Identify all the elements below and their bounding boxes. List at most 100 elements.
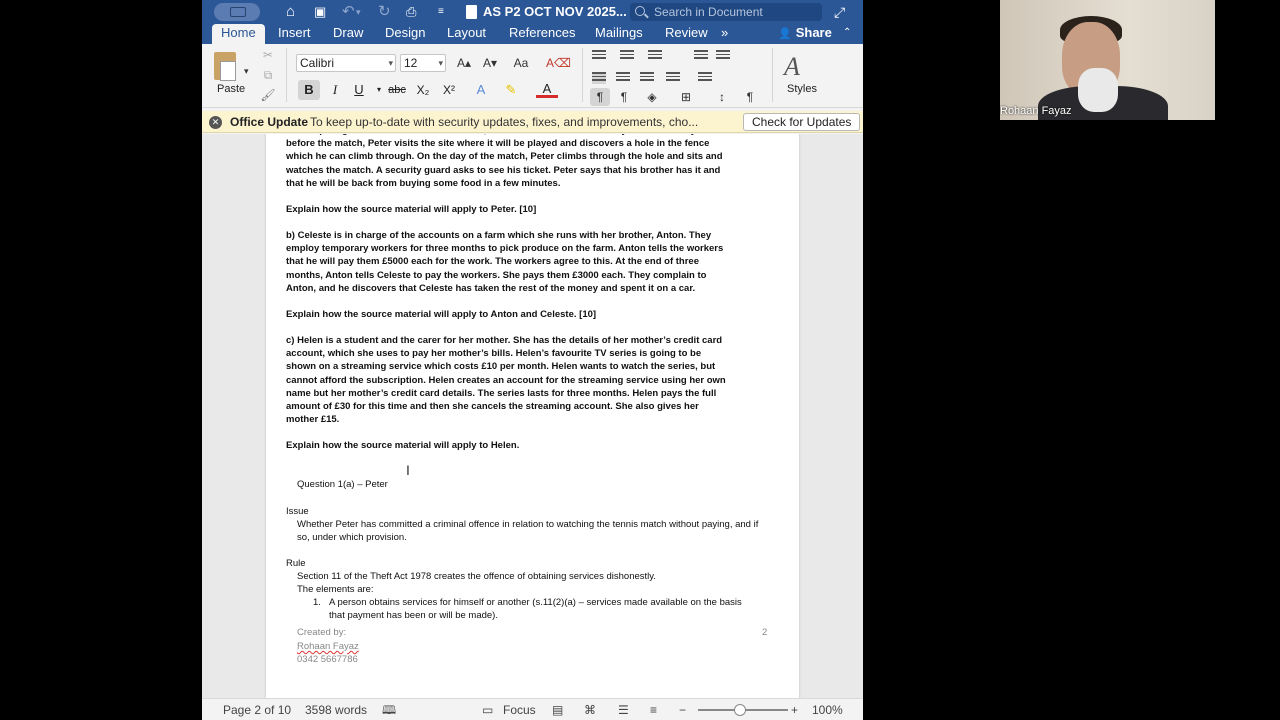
cut-icon[interactable]: ✂	[260, 46, 276, 64]
tab-insert[interactable]: Insert	[269, 24, 320, 44]
tab-draw[interactable]: Draw	[324, 24, 372, 44]
copy-icon[interactable]: ⧉	[260, 66, 276, 84]
show-formatting-icon[interactable]: ¶	[740, 88, 760, 106]
word-window: ⌂ ▣ ↶ ▾ ↻ ⎙ ≡ AS P2 OCT NOV 2025... Sear…	[202, 0, 863, 720]
answer-heading: Question 1(a) – Peter	[297, 479, 388, 490]
question-helen: Explain how the source material will app…	[286, 440, 520, 451]
align-left-icon[interactable]	[592, 72, 606, 84]
ltr-paragraph-icon[interactable]: ¶	[590, 88, 610, 106]
ribbon-home: Paste ▾ ✂ ⧉ 🖌 Calibri 12 A▴ A▾ Aa A⌫ B I…	[202, 44, 863, 108]
sort-icon[interactable]: ↕	[712, 88, 732, 106]
font-name-dropdown[interactable]: Calibri	[296, 54, 396, 72]
collapse-ribbon-icon[interactable]: ⌃	[834, 24, 860, 44]
print-layout-icon[interactable]: ▤	[552, 699, 563, 720]
font-color-icon[interactable]: A	[536, 80, 558, 98]
font-size-dropdown[interactable]: 12	[400, 54, 446, 72]
word-count[interactable]: 3598 words	[305, 699, 367, 720]
tab-design[interactable]: Design	[376, 24, 434, 44]
share-button[interactable]: Share	[778, 24, 832, 43]
strikethrough-button[interactable]: abc	[386, 80, 408, 100]
tab-review[interactable]: Review	[656, 24, 717, 44]
tab-mailings[interactable]: Mailings	[586, 24, 652, 44]
align-center-icon[interactable]	[616, 72, 630, 84]
zoom-level[interactable]: 100%	[812, 699, 843, 720]
issue-text: Whether Peter has committed a criminal o…	[297, 519, 759, 544]
office-update-bar: ✕ Office Update To keep up-to-date with …	[202, 111, 863, 133]
format-painter-icon[interactable]: 🖌	[260, 86, 276, 104]
numbering-icon[interactable]	[620, 50, 634, 62]
paragraph-helen: c) Helen is a student and the carer for …	[286, 335, 726, 426]
zoom-in-icon[interactable]: +	[791, 699, 798, 720]
line-spacing-icon[interactable]	[698, 72, 712, 84]
change-case-icon[interactable]: Aa	[510, 54, 532, 72]
home-icon[interactable]: ⌂	[286, 3, 295, 21]
justify-icon[interactable]	[666, 72, 680, 84]
update-message: To keep up-to-date with security updates…	[310, 115, 699, 129]
redo-icon[interactable]: ↻	[378, 3, 391, 21]
status-bar: Page 2 of 10 3598 words 🕮 ▭ Focus ▤ ⌘ ☰ …	[202, 698, 863, 720]
undo-dropdown-icon[interactable]: ▾	[356, 3, 361, 21]
document-page[interactable]: be competing. A ticket for the match is …	[266, 134, 799, 698]
zoom-slider-thumb[interactable]	[734, 704, 746, 716]
increase-indent-icon[interactable]	[716, 50, 730, 62]
decrease-indent-icon[interactable]	[694, 50, 708, 62]
clear-formatting-icon[interactable]: A⌫	[546, 54, 571, 72]
check-for-updates-button[interactable]: Check for Updates	[743, 113, 861, 131]
divider	[286, 48, 287, 102]
bold-button[interactable]: B	[298, 80, 320, 100]
paragraph-peter: be competing. A ticket for the match is …	[286, 134, 723, 189]
underline-button[interactable]: U	[348, 80, 370, 100]
footer-created-by: Created by:	[297, 627, 347, 638]
focus-icon[interactable]: ▭	[482, 699, 493, 720]
rtl-paragraph-icon[interactable]: ¶	[614, 88, 634, 106]
element-number: 1.	[313, 597, 321, 608]
tab-references[interactable]: References	[500, 24, 584, 44]
shrink-font-icon[interactable]: A▾	[480, 54, 500, 72]
tab-home[interactable]: Home	[212, 24, 265, 44]
save-icon[interactable]: ▣	[314, 3, 326, 21]
document-canvas[interactable]: be competing. A ticket for the match is …	[202, 134, 863, 698]
proofing-icon[interactable]: 🕮	[382, 699, 396, 720]
search-placeholder: Search in Document	[654, 5, 763, 19]
print-icon[interactable]: ⎙	[406, 3, 416, 21]
page-count[interactable]: Page 2 of 10	[223, 699, 291, 720]
bullets-icon[interactable]	[592, 50, 606, 62]
borders-icon[interactable]: ⊞	[676, 88, 696, 106]
more-tabs-icon[interactable]: »	[712, 24, 737, 44]
footer-creator-name: Rohaan Fayaz	[297, 641, 359, 652]
text-effects-icon[interactable]: A	[470, 80, 492, 100]
search-icon	[635, 6, 645, 16]
paragraph-celeste: b) Celeste is in charge of the accounts …	[286, 230, 724, 294]
styles-label[interactable]: Styles	[787, 83, 817, 95]
elements-label: The elements are:	[297, 584, 374, 595]
outline-view-icon[interactable]: ☰	[618, 699, 629, 720]
paste-label: Paste	[217, 83, 246, 95]
multilevel-list-icon[interactable]	[648, 50, 662, 62]
paste-icon[interactable]	[214, 52, 236, 81]
styles-icon[interactable]: A	[784, 52, 814, 82]
paste-dropdown-icon[interactable]: ▾	[244, 62, 249, 80]
collaborate-icon[interactable]: ⤢	[834, 3, 845, 21]
document-title: AS P2 OCT NOV 2025...	[483, 4, 627, 19]
tab-layout[interactable]: Layout	[438, 24, 495, 44]
superscript-button[interactable]: X²	[438, 80, 460, 100]
undo-icon[interactable]: ↶	[342, 3, 355, 21]
webcam-tile: Rohaan Fayaz	[1000, 0, 1215, 120]
close-icon[interactable]: ✕	[209, 116, 222, 129]
italic-button[interactable]: I	[324, 80, 346, 100]
search-input[interactable]: Search in Document	[630, 3, 822, 21]
customize-toolbar-icon[interactable]: ≡	[438, 3, 444, 21]
shading-icon[interactable]: ◈	[642, 88, 662, 106]
align-right-icon[interactable]	[640, 72, 654, 84]
update-title: Office Update	[230, 115, 309, 129]
sidebar-toggle-button[interactable]	[214, 3, 260, 21]
title-bar: ⌂ ▣ ↶ ▾ ↻ ⎙ ≡ AS P2 OCT NOV 2025... Sear…	[202, 0, 863, 24]
draft-view-icon[interactable]: ≡	[650, 699, 657, 720]
focus-button[interactable]: Focus	[503, 699, 536, 720]
zoom-out-icon[interactable]: −	[679, 699, 686, 720]
grow-font-icon[interactable]: A▴	[454, 54, 474, 72]
subscript-button[interactable]: X₂	[412, 80, 434, 100]
highlight-icon[interactable]: ✎	[500, 80, 522, 100]
text-cursor-icon: I	[406, 462, 410, 478]
web-layout-icon[interactable]: ⌘	[584, 699, 596, 720]
